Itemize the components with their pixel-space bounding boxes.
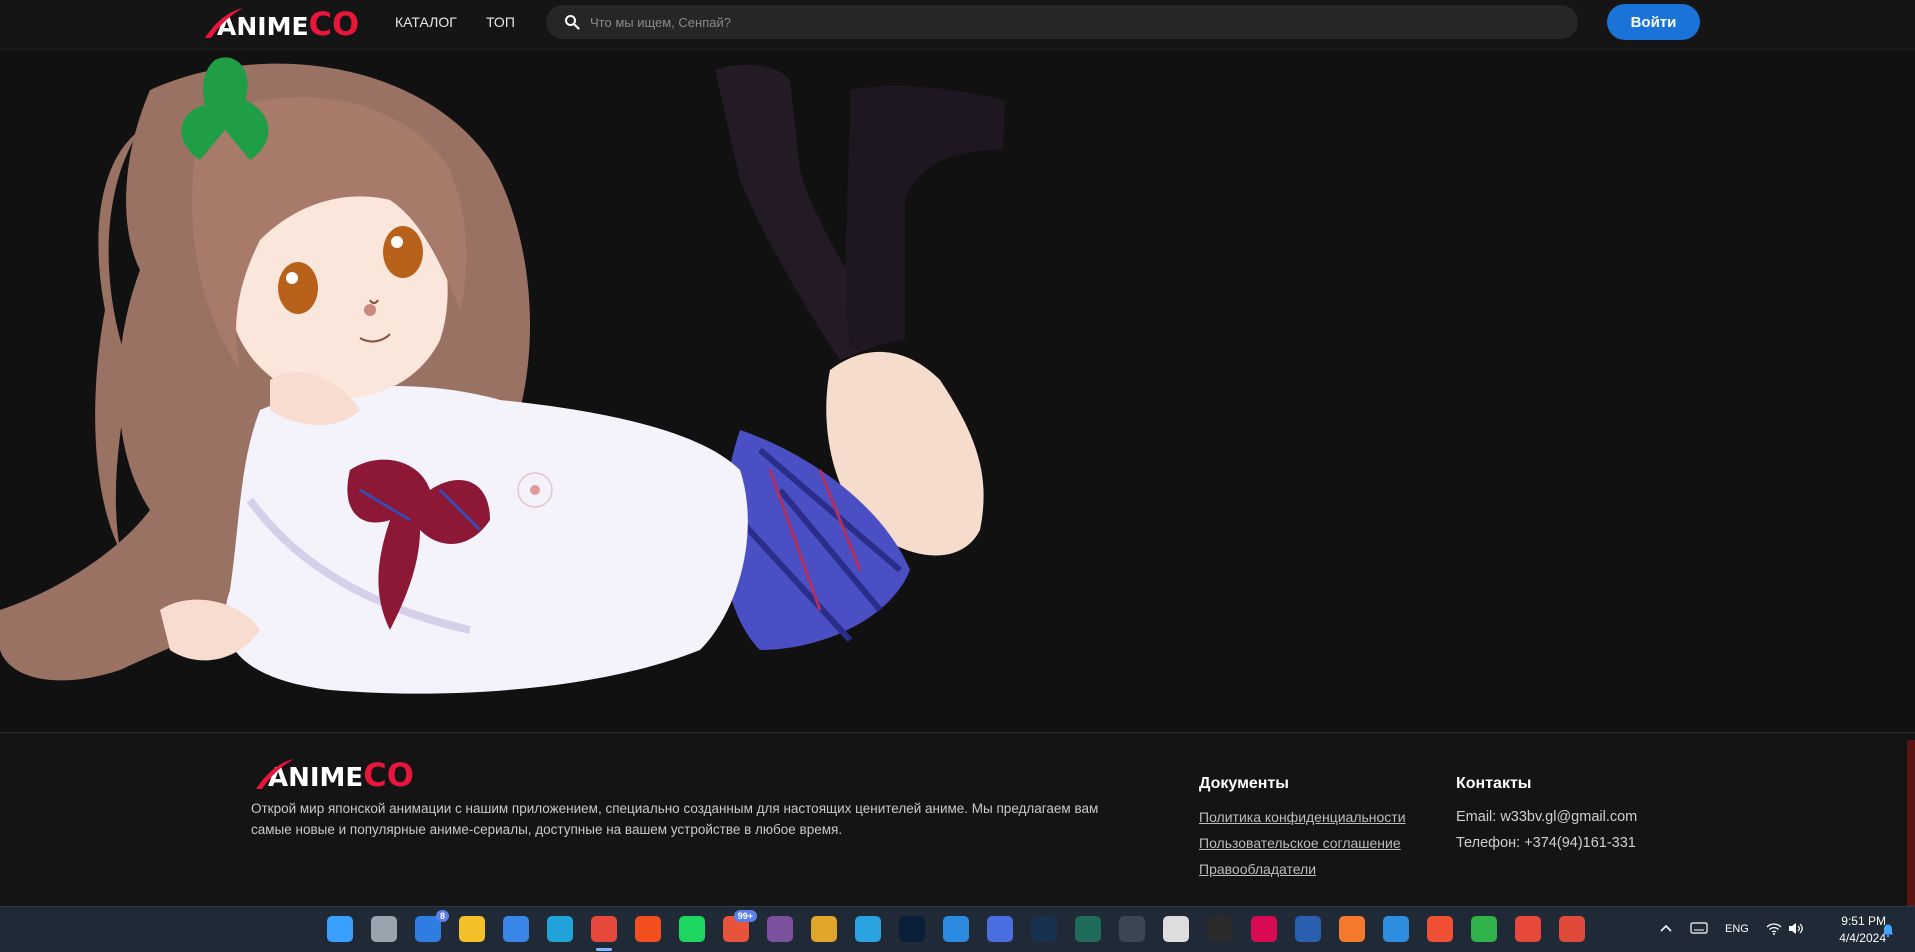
viber-icon[interactable] (767, 916, 793, 942)
calculator-icon[interactable] (1119, 916, 1145, 942)
lgbt-app-icon[interactable] (811, 916, 837, 942)
blender-icon[interactable] (1339, 916, 1365, 942)
android-app-icon[interactable] (1471, 916, 1497, 942)
vscode-icon[interactable] (943, 916, 969, 942)
wifi-icon[interactable] (1766, 922, 1782, 935)
footer-description: Открой мир японской анимации с нашим при… (251, 801, 1099, 837)
snipping-tool-icon[interactable] (1559, 916, 1585, 942)
widgets-icon[interactable]: 8 (415, 910, 449, 942)
logo-swoosh-icon (205, 8, 243, 38)
clock-date[interactable]: 4/4/2024 (1822, 931, 1886, 945)
chevron-up-icon[interactable] (1659, 923, 1673, 933)
windows-start-icon[interactable] (327, 916, 353, 942)
mail-badge: 99+ (733, 910, 757, 922)
debian-icon[interactable] (1251, 916, 1277, 942)
site-header: ANIMECO КАТАЛОГ ТОП Войти (0, 0, 1915, 50)
footer-logo-accent: CO (363, 756, 414, 794)
remote-desktop-icon[interactable] (1383, 916, 1409, 942)
footer-logo[interactable]: ANIMECO (256, 755, 414, 795)
chrome-2-icon[interactable] (1515, 916, 1541, 942)
volume-icon[interactable] (1788, 922, 1804, 935)
contacts-title: Контакты (1456, 775, 1532, 792)
steam-icon[interactable] (1031, 916, 1057, 942)
login-button[interactable]: Войти (1607, 4, 1700, 40)
task-view-icon[interactable] (371, 916, 397, 942)
powershell-icon[interactable] (1295, 916, 1321, 942)
terminal-green-icon[interactable] (1075, 916, 1101, 942)
terminal-icon[interactable] (1207, 916, 1233, 942)
clock-time[interactable]: 9:51 PM (1830, 914, 1886, 928)
anime-girl-illustration (0, 57, 1005, 694)
site-logo[interactable]: ANIMECO (205, 4, 360, 44)
hero-illustration (0, 50, 1915, 732)
windows-taskbar: 8 99+ ENG 9:51 PM 4/4/2024 (0, 906, 1915, 952)
edge-icon[interactable] (547, 916, 573, 942)
logo-swoosh-icon (256, 759, 294, 789)
search-icon (565, 15, 580, 30)
scrollbar[interactable] (1907, 740, 1915, 908)
copyright-holders-link[interactable]: Правообладатели (1199, 861, 1316, 877)
keyboard-icon[interactable] (1690, 922, 1708, 934)
unity-icon[interactable] (1163, 916, 1189, 942)
documents-title: Документы (1199, 775, 1289, 792)
contact-phone: Телефон: +374(94)161-331 (1456, 835, 1636, 851)
figma-icon[interactable] (635, 916, 661, 942)
git-icon[interactable] (1427, 916, 1453, 942)
user-agreement-link[interactable]: Пользовательское соглашение (1199, 835, 1401, 851)
nav-top[interactable]: ТОП (486, 14, 515, 30)
chrome-icon[interactable] (591, 916, 617, 942)
telegram-icon[interactable] (855, 916, 881, 942)
search-input[interactable] (590, 14, 1490, 30)
microsoft-store-icon[interactable] (503, 916, 529, 942)
browser-page: ANIMECO КАТАЛОГ ТОП Войти (0, 0, 1915, 952)
mail-icon[interactable]: 99+ (723, 910, 757, 942)
site-footer: ANIMECO Открой мир японской анимации с н… (0, 733, 1915, 906)
language-indicator[interactable]: ENG (1725, 923, 1749, 935)
photoshop-icon[interactable] (899, 916, 925, 942)
active-app-indicator (596, 948, 612, 951)
app-a-icon[interactable] (987, 916, 1013, 942)
widgets-badge: 8 (435, 910, 449, 922)
privacy-policy-link[interactable]: Политика конфиденциальности (1199, 809, 1406, 825)
nav-catalog[interactable]: КАТАЛОГ (395, 14, 457, 30)
notification-bell-icon[interactable] (1881, 923, 1895, 937)
file-explorer-icon[interactable] (459, 916, 485, 942)
contact-email: Email: w33bv.gl@gmail.com (1456, 809, 1638, 825)
logo-accent: CO (308, 5, 360, 43)
spotify-icon[interactable] (679, 916, 705, 942)
search-bar[interactable] (546, 5, 1578, 39)
